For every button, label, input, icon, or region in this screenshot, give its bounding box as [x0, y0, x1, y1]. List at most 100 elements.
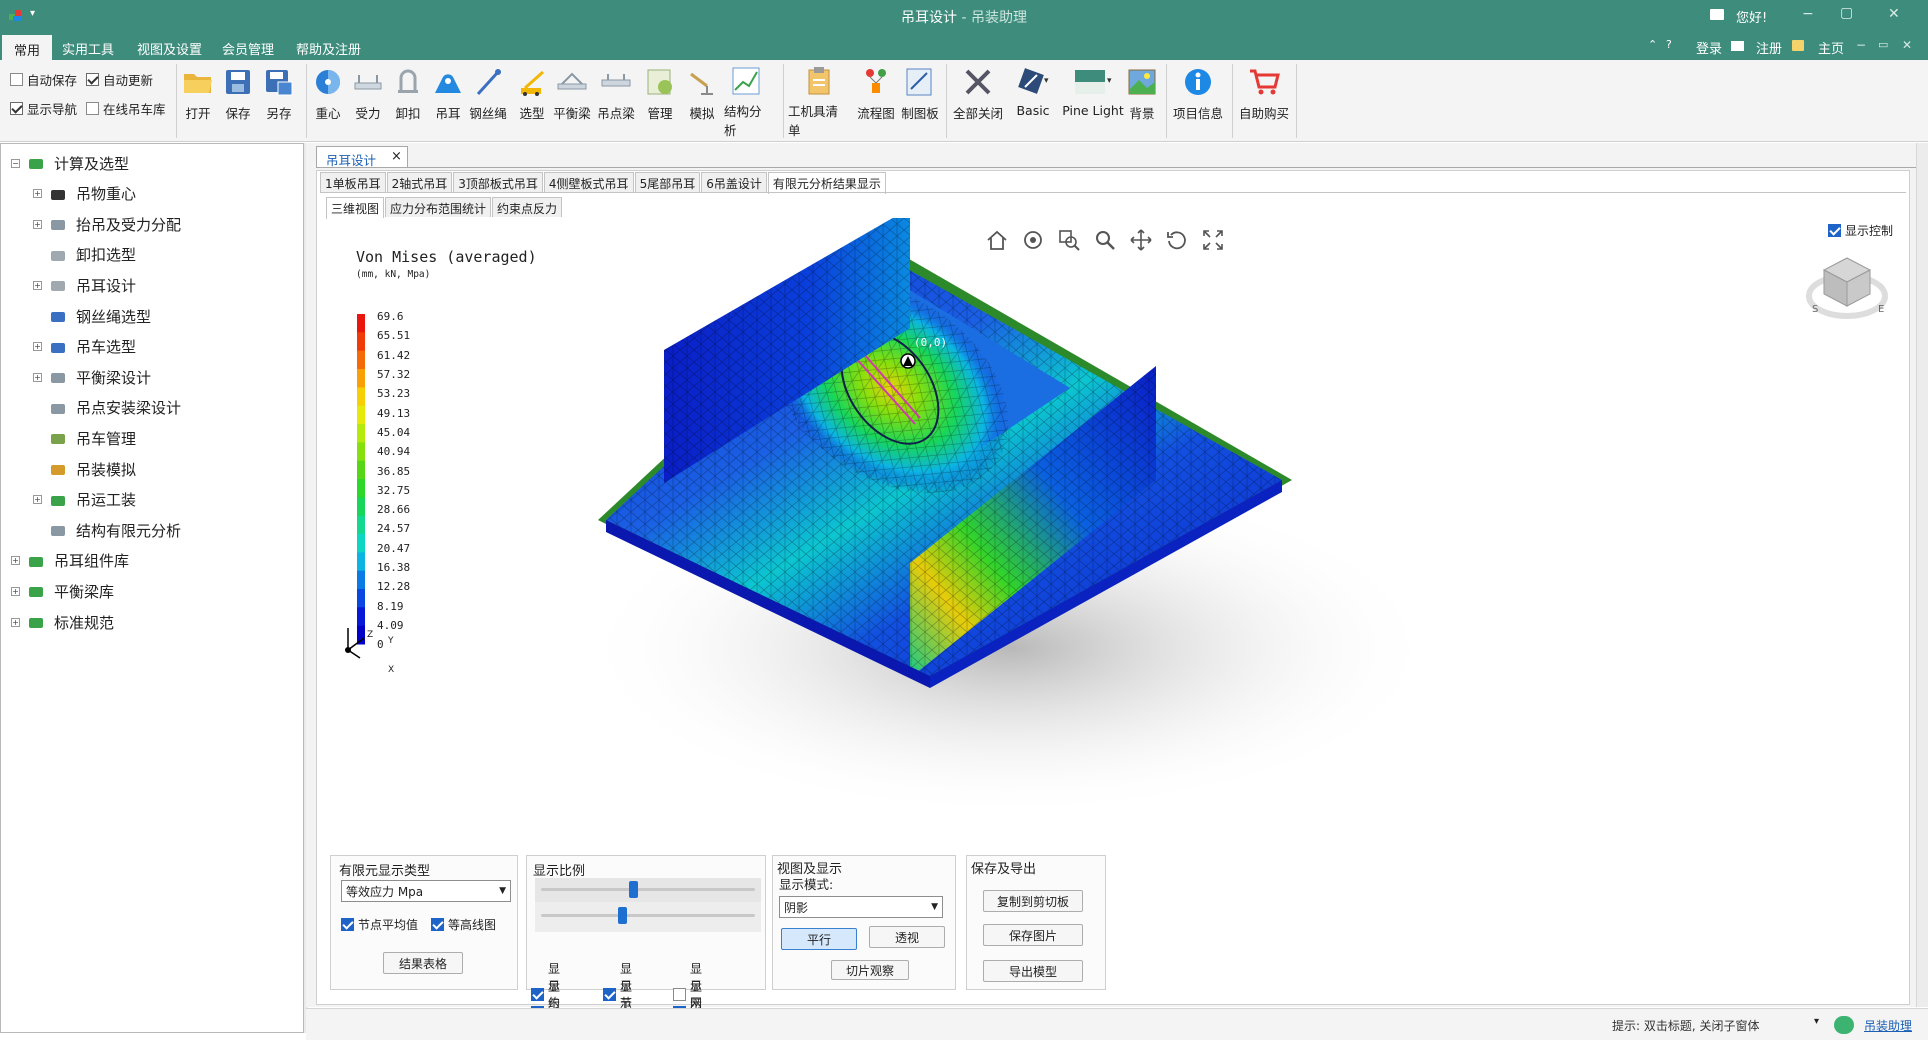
toggle-icon[interactable]	[1834, 1016, 1854, 1034]
project-info-button[interactable]: 项目信息	[1168, 64, 1228, 138]
autosave-checkbox[interactable]: 自动保存	[10, 70, 77, 89]
view-orbit-icon[interactable]	[1022, 229, 1044, 251]
sub-tab[interactable]: 2轴式吊耳	[386, 172, 453, 192]
gravity-center-button[interactable]: 重心	[306, 64, 350, 138]
menu-member-tab[interactable]: 会员管理	[210, 37, 286, 62]
online-crane-checkbox[interactable]: 在线吊车库	[86, 99, 166, 118]
tree-item[interactable]: + 标准规范	[11, 607, 114, 637]
online-crane-check-icon[interactable]	[86, 102, 99, 115]
window-restore-button[interactable]: ▢	[1840, 5, 1853, 21]
fe-model-graphic[interactable]	[580, 218, 1440, 818]
tree-item[interactable]: + 抬吊及受力分配	[33, 209, 181, 239]
home-link[interactable]: 主页	[1818, 38, 1844, 57]
sub-tab[interactable]: 5尾部吊耳	[634, 172, 701, 192]
tree-expand-icon[interactable]: +	[33, 189, 42, 199]
slider-1[interactable]	[541, 888, 755, 891]
zoom-icon[interactable]	[1094, 229, 1116, 251]
slider-1-thumb[interactable]	[629, 881, 639, 898]
save-as-button[interactable]: 另存	[257, 64, 301, 138]
view-tab[interactable]: 应力分布范围统计	[385, 197, 492, 217]
self-purchase-button[interactable]: 自助购买	[1236, 64, 1292, 138]
force-button[interactable]: 受力	[346, 64, 390, 138]
show-nav-check-icon[interactable]	[10, 102, 23, 115]
tree-item[interactable]: + 吊运工装	[33, 485, 136, 515]
mdi-restore-button[interactable]: ▭	[1878, 38, 1888, 51]
tree-expand-icon[interactable]: +	[33, 372, 42, 382]
view-tab[interactable]: 三维视图	[326, 197, 385, 219]
rotate-icon[interactable]	[1166, 229, 1188, 251]
tree-item[interactable]: + 吊车选型	[33, 332, 136, 362]
sub-tab[interactable]: 1单板吊耳	[320, 172, 386, 192]
help-icon[interactable]: ?	[1666, 38, 1672, 51]
theme-pinelight-button[interactable]: ▾ Pine Light	[1060, 64, 1126, 138]
fe-3d-viewport[interactable]: Von Mises (averaged) (mm, kN, Mpa) 69.6 6…	[330, 218, 1906, 850]
fe-result-type-select[interactable]: 等效应力 Mpa ▼	[341, 880, 511, 902]
tree-expand-icon[interactable]: +	[11, 617, 20, 627]
sub-tab[interactable]: 4侧壁板式吊耳	[543, 172, 634, 192]
export-model-button[interactable]: 导出模型	[983, 960, 1083, 982]
fullscreen-icon[interactable]	[1202, 229, 1224, 251]
balance-beam-button[interactable]: 平衡梁	[550, 64, 594, 138]
slice-view-button[interactable]: 切片观察	[831, 960, 909, 980]
open-button[interactable]: 打开	[176, 64, 220, 138]
manage-button[interactable]: 管理	[638, 64, 682, 138]
node-average-checkbox[interactable]: 节点平均值	[341, 916, 418, 933]
menu-home-tab[interactable]: 常用	[2, 35, 53, 60]
contour-checkbox[interactable]: 等高线图	[431, 916, 496, 933]
view-tab[interactable]: 约束点反力	[492, 197, 563, 217]
background-button[interactable]: 背景	[1120, 64, 1164, 138]
shackle-button[interactable]: 卸扣	[386, 64, 430, 138]
tree-item[interactable]: 吊点安装梁设计	[33, 393, 181, 423]
parallel-view-button[interactable]: 平行	[781, 928, 857, 950]
mdi-minimize-button[interactable]: −	[1856, 38, 1866, 52]
tree-item[interactable]: 吊装模拟	[33, 454, 136, 484]
menu-view-settings-tab[interactable]: 视图及设置	[125, 37, 214, 62]
node-average-check-icon[interactable]	[341, 918, 354, 931]
lifting-beam-button[interactable]: 吊点梁	[594, 64, 638, 138]
lug-button[interactable]: 吊耳	[426, 64, 470, 138]
collapse-ribbon-icon[interactable]: ⌃	[1648, 38, 1657, 51]
result-table-button[interactable]: 结果表格	[383, 952, 463, 974]
doc-tab-close-icon[interactable]: ×	[391, 149, 402, 164]
tree-item[interactable]: + 吊耳组件库	[11, 546, 129, 576]
tree-item[interactable]: − 计算及选型	[11, 148, 129, 178]
save-image-button[interactable]: 保存图片	[983, 924, 1083, 946]
slider-2-thumb[interactable]	[618, 907, 628, 924]
tree-item[interactable]: + 吊物重心	[33, 179, 136, 209]
tree-expand-icon[interactable]: +	[11, 586, 20, 596]
tree-item[interactable]: + 吊耳设计	[33, 270, 136, 300]
slider-2[interactable]	[541, 914, 755, 917]
flowchart-button[interactable]: 流程图	[854, 64, 898, 138]
autosave-check-icon[interactable]	[10, 73, 23, 86]
view-home-icon[interactable]	[986, 229, 1008, 251]
tree-item[interactable]: 钢丝绳选型	[33, 301, 151, 331]
pan-icon[interactable]	[1130, 229, 1152, 251]
status-dropdown-icon[interactable]: ▾	[1814, 1016, 1819, 1027]
theme-basic-button[interactable]: ▾ Basic	[1010, 64, 1056, 138]
contour-check-icon[interactable]	[431, 918, 444, 931]
tree-item[interactable]: + 平衡梁设计	[33, 362, 151, 392]
simulate-button[interactable]: 模拟	[680, 64, 724, 138]
user-card-icon[interactable]	[1710, 9, 1724, 20]
autoupdate-check-icon[interactable]	[86, 73, 99, 86]
tree-expand-icon[interactable]: +	[11, 556, 20, 566]
doc-tab-lug-design[interactable]: 吊耳设计 ×	[316, 146, 408, 168]
save-button[interactable]: 保存	[216, 64, 260, 138]
tree-item[interactable]: 结构有限元分析	[33, 515, 181, 545]
close-all-button[interactable]: 全部关闭	[950, 64, 1006, 138]
menu-help-tab[interactable]: 帮助及注册	[284, 37, 373, 62]
window-close-button[interactable]: ✕	[1888, 6, 1900, 22]
sub-tab[interactable]: 6吊盖设计	[701, 172, 767, 192]
display-mode-select[interactable]: 阴影 ▼	[779, 896, 943, 918]
structure-analysis-button[interactable]: 结构分析	[724, 64, 768, 138]
register-link[interactable]: 注册	[1756, 38, 1782, 57]
navigation-cube[interactable]: S E	[1804, 248, 1890, 324]
right-scrollbar[interactable]	[1916, 143, 1928, 1007]
window-minimize-button[interactable]: −	[1802, 6, 1814, 22]
tree-item[interactable]: 吊车管理	[33, 423, 136, 453]
copy-to-clipboard-button[interactable]: 复制到剪切板	[983, 890, 1083, 912]
selection-button[interactable]: 选型	[510, 64, 554, 138]
tool-list-button[interactable]: 工机具清单	[788, 64, 850, 138]
sub-tab[interactable]: 3顶部板式吊耳	[453, 172, 543, 192]
status-app-link[interactable]: 吊装助理	[1864, 1017, 1912, 1034]
